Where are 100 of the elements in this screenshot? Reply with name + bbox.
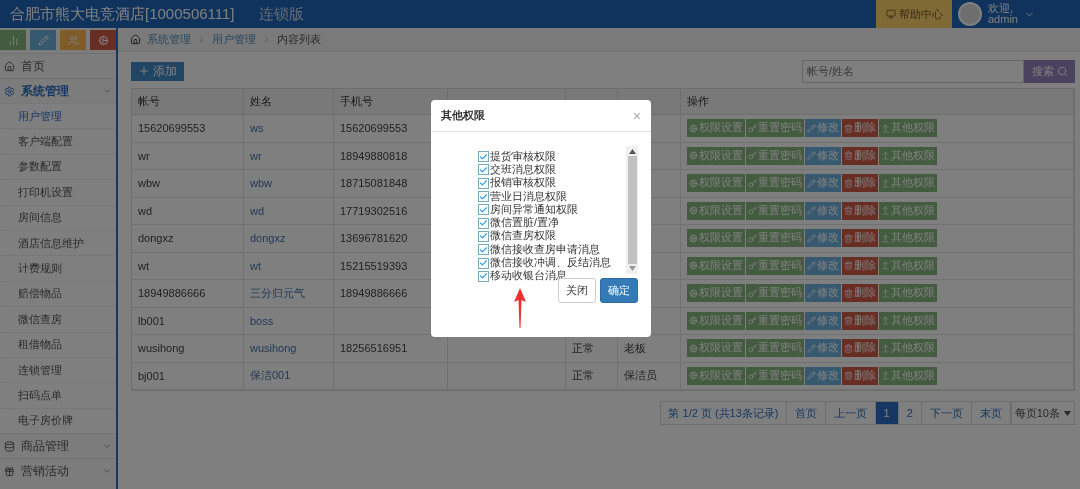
close-button[interactable]: × xyxy=(632,107,641,124)
shortcut-button[interactable] xyxy=(90,30,116,50)
delete-button[interactable]: 删除 xyxy=(842,119,878,138)
database-icon xyxy=(4,440,15,452)
gears-icon xyxy=(689,151,698,161)
help-center-button[interactable]: 帮助中心 xyxy=(876,0,952,28)
checkbox[interactable] xyxy=(478,217,489,229)
upload-icon xyxy=(881,371,890,381)
edit-button[interactable]: 修改 xyxy=(805,229,841,248)
checkbox[interactable] xyxy=(478,230,489,242)
pencil-icon xyxy=(807,233,816,243)
edit-button[interactable]: 修改 xyxy=(805,119,841,138)
pencil-icon xyxy=(807,123,816,133)
edit-button[interactable]: 修改 xyxy=(805,201,841,220)
column-header: 操作 xyxy=(681,89,1074,115)
table-cell: 18949886666 xyxy=(132,280,244,308)
key-icon xyxy=(748,316,757,326)
trash-icon xyxy=(844,261,853,271)
chevron-icon xyxy=(102,86,112,96)
sidebar-item[interactable]: 商品管理 xyxy=(0,433,116,459)
delete-button[interactable]: 删除 xyxy=(842,366,878,385)
checkbox[interactable] xyxy=(478,257,489,269)
breadcrumb-item: 内容列表 xyxy=(277,32,321,47)
sidebar-item[interactable]: 首页 xyxy=(0,53,116,78)
edit-button[interactable]: 修改 xyxy=(805,146,841,165)
delete-button[interactable]: 删除 xyxy=(842,311,878,330)
checkbox[interactable] xyxy=(478,244,489,256)
monitor-icon xyxy=(885,9,896,19)
trash-icon xyxy=(844,371,853,381)
key-icon xyxy=(748,343,757,353)
edit-button[interactable]: 修改 xyxy=(805,284,841,303)
key-icon xyxy=(748,233,757,243)
option-label: 营业日消息权限 xyxy=(490,189,567,204)
edit-button[interactable]: 修改 xyxy=(805,311,841,330)
edit-button[interactable]: 修改 xyxy=(805,174,841,193)
scroll-down-icon[interactable] xyxy=(628,266,636,271)
pencil-icon xyxy=(37,34,49,46)
close-dialog-button[interactable]: 关闭 xyxy=(558,278,596,303)
table-cell: 15620699553 xyxy=(132,115,244,143)
checkbox[interactable] xyxy=(478,270,489,282)
gears-icon xyxy=(689,316,698,326)
page-button[interactable]: 下一页 xyxy=(921,401,972,425)
scrollbar[interactable] xyxy=(626,146,638,274)
pencil-icon xyxy=(807,288,816,298)
gears-icon xyxy=(689,206,698,216)
table-cell: wbw xyxy=(244,170,334,198)
checkbox[interactable] xyxy=(478,177,489,189)
welcome-text: 欢迎, xyxy=(988,3,1015,14)
table-cell: lb001 xyxy=(132,307,244,335)
delete-button[interactable]: 删除 xyxy=(842,146,878,165)
page-button[interactable]: 2 xyxy=(898,401,922,425)
option-label: 微信接收查房申请消息 xyxy=(490,242,600,257)
table-cell: wr xyxy=(132,142,244,170)
delete-button[interactable]: 删除 xyxy=(842,201,878,220)
sidebar-item[interactable]: 营销活动 xyxy=(0,458,116,484)
checkbox[interactable] xyxy=(478,204,489,216)
edit-button[interactable]: 修改 xyxy=(805,256,841,275)
checkbox[interactable] xyxy=(478,191,489,203)
delete-button[interactable]: 删除 xyxy=(842,339,878,358)
delete-button[interactable]: 删除 xyxy=(842,229,878,248)
table-cell: 保洁001 xyxy=(244,362,334,390)
table-cell: bj001 xyxy=(132,362,244,390)
pencil-icon xyxy=(807,151,816,161)
page-size-select[interactable]: 每页10条 xyxy=(1010,401,1075,425)
key-icon xyxy=(748,206,757,216)
avatar xyxy=(958,2,982,26)
pencil-icon xyxy=(807,206,816,216)
option-label: 提货审核权限 xyxy=(490,149,556,164)
table-cell: wusihong xyxy=(244,335,334,363)
page-button[interactable]: 首页 xyxy=(786,401,826,425)
delete-button[interactable]: 删除 xyxy=(842,284,878,303)
gears-icon xyxy=(689,178,698,188)
confirm-button[interactable]: 确定 xyxy=(600,278,638,303)
upload-icon xyxy=(881,123,890,133)
page-button[interactable]: 上一页 xyxy=(825,401,876,425)
delete-button[interactable]: 删除 xyxy=(842,174,878,193)
trash-icon xyxy=(844,343,853,353)
scroll-up-icon[interactable] xyxy=(628,149,636,154)
page-button[interactable]: 末页 xyxy=(971,401,1011,425)
table-cell: dongxz xyxy=(244,225,334,253)
gears-icon xyxy=(689,343,698,353)
page-button[interactable]: 1 xyxy=(875,401,899,425)
delete-button[interactable]: 删除 xyxy=(842,256,878,275)
checkbox[interactable] xyxy=(478,164,489,176)
pencil-icon xyxy=(807,371,816,381)
add-button[interactable]: 添加 xyxy=(131,61,184,81)
key-icon xyxy=(748,151,757,161)
option-label: 微信查房权限 xyxy=(490,229,556,244)
trash-icon xyxy=(844,151,853,161)
breadcrumb-item[interactable]: 用户管理 xyxy=(212,32,256,47)
plus-icon xyxy=(138,65,150,77)
breadcrumb-item[interactable]: 系统管理 xyxy=(147,32,191,47)
checkbox[interactable] xyxy=(478,151,489,163)
shortcut-button[interactable] xyxy=(0,30,26,50)
option-label: 交班消息权限 xyxy=(490,162,556,177)
shortcut-button[interactable] xyxy=(30,30,56,50)
edit-button[interactable]: 修改 xyxy=(805,366,841,385)
key-icon xyxy=(748,371,757,381)
edit-button[interactable]: 修改 xyxy=(805,339,841,358)
search-field[interactable]: 帐号/姓名 xyxy=(802,59,1024,83)
